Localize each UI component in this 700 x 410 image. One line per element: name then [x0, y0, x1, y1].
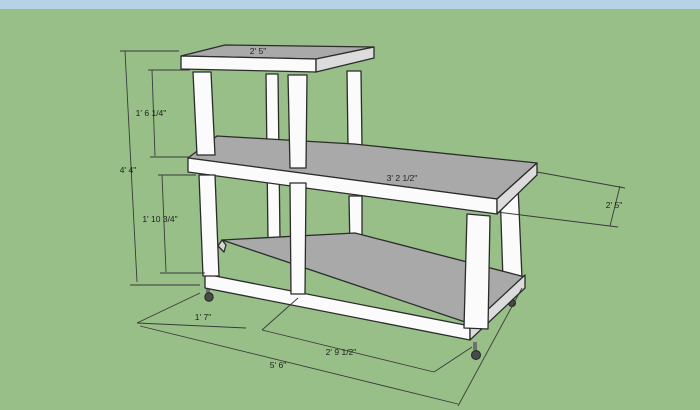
caster-front-right — [471, 342, 481, 360]
dim-shelf-length: 3' 2 1/2" — [387, 173, 418, 183]
model-viewport[interactable]: 2' 5" 1' 6 1/4" 4' 4" 3' 2 1/2" 2' 5" 1'… — [0, 0, 700, 410]
dim-lower-height: 1' 10 3/4" — [142, 214, 177, 224]
top-shelf — [180, 44, 375, 73]
cart-model[interactable] — [180, 44, 538, 360]
dim-total-height: 4' 4" — [120, 165, 136, 175]
dim-front-mid: 2' 9 1/2" — [326, 347, 357, 357]
dim-right-depth: 2' 5" — [606, 200, 622, 210]
dim-top-width: 2' 5" — [250, 46, 266, 56]
dim-front-left: 1' 7" — [195, 312, 211, 322]
dim-total-length: 5' 6" — [270, 360, 286, 370]
dim-upper-height: 1' 6 1/4" — [136, 108, 167, 118]
